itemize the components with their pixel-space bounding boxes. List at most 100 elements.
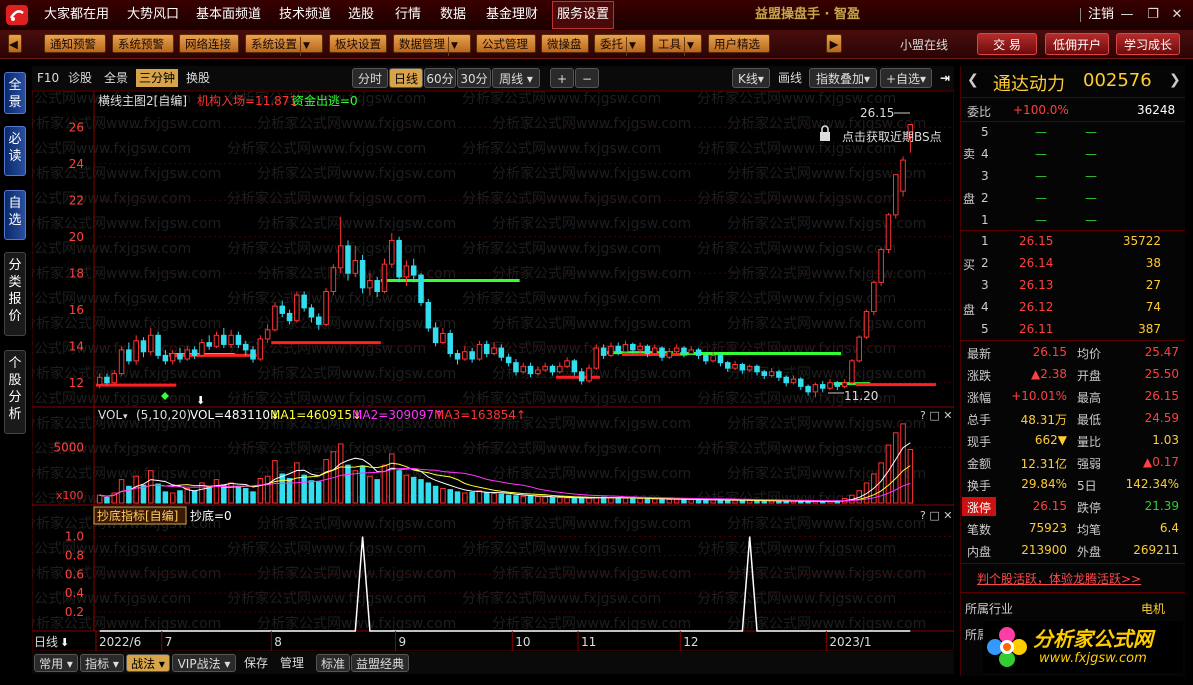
buy-price[interactable]: 26.12 (1019, 300, 1053, 314)
sell-price[interactable]: — (1035, 125, 1047, 139)
user-picks-button[interactable]: 用户精选 (708, 34, 770, 53)
index-overlay-label: 指数叠加 (815, 72, 864, 86)
system-alert-button[interactable]: 系统预警 (112, 34, 174, 53)
open-account-button[interactable]: 低佣开户 (1045, 33, 1109, 55)
zoom-out-icon[interactable]: − (575, 68, 599, 88)
menu-item-fund[interactable]: 基金理财 (486, 0, 538, 30)
prev-stock-icon[interactable]: ❮ (967, 72, 979, 88)
buy-price[interactable]: 26.13 (1019, 278, 1053, 292)
tab-must-read[interactable]: 必读 (4, 126, 26, 176)
menu-item-fundamental[interactable]: 基本面频道 (196, 0, 261, 30)
volume-bar (578, 497, 585, 504)
candle (856, 335, 862, 363)
learn-button[interactable]: 学习成长 (1116, 33, 1180, 55)
sell-level: 3 (981, 169, 989, 183)
flower-logo-icon (987, 627, 1027, 667)
sell-price[interactable]: — (1035, 191, 1047, 205)
buy-price[interactable]: 26.11 (1019, 322, 1053, 336)
tools-button[interactable]: 工具 ▼ (652, 34, 702, 56)
maximize-icon[interactable]: ❐ (1144, 6, 1162, 24)
tab-stock-analysis[interactable]: 个股分析 (4, 350, 26, 434)
watermark-text: 分析家公式网www.fxjgsw.com (227, 590, 426, 607)
volume-bar (907, 449, 914, 504)
kline-dropdown[interactable]: K线▾ (732, 68, 770, 88)
draw-line-button[interactable]: 画线 (778, 69, 802, 87)
tab-watchlist[interactable]: 自选 (4, 190, 26, 240)
menu-item-data[interactable]: 数据 (440, 0, 466, 30)
volume-bar (337, 443, 344, 504)
volume-bar (717, 499, 724, 504)
diagnose-button[interactable]: 诊股 (68, 69, 92, 87)
period-daily[interactable]: 日线 (389, 68, 423, 88)
sell-price[interactable]: — (1035, 169, 1047, 183)
add-watchlist-dropdown[interactable]: +自选▾ (880, 68, 932, 88)
volume-bar (462, 492, 468, 504)
main-title[interactable]: 横线主图2[自编] (98, 93, 187, 108)
sell-price[interactable]: — (1035, 147, 1047, 161)
logout-link[interactable]: 注销 (1088, 0, 1114, 30)
bottom-strategy[interactable]: 战法 ▾ (126, 654, 170, 672)
menu-item-stock-picking[interactable]: 选股 (348, 0, 374, 30)
close-icon[interactable]: ✕ (1168, 6, 1186, 24)
network-button[interactable]: 网络连接 (179, 34, 239, 53)
notify-alert-button[interactable]: 通知预警 (44, 34, 106, 53)
bottom-standard[interactable]: 标准 (316, 654, 350, 672)
three-minute-button[interactable]: 三分钟 (136, 69, 179, 87)
formula-manage-button[interactable]: 公式管理 (476, 34, 536, 53)
index-overlay-dropdown[interactable]: 指数叠加▾ (809, 68, 877, 88)
volume-bar (746, 500, 753, 504)
data-manage-button[interactable]: 数据管理 ▼ (393, 34, 471, 56)
period-30min[interactable]: 30分 (457, 68, 491, 88)
f10-button[interactable]: F10 (37, 69, 59, 87)
minimize-icon[interactable]: — (1118, 6, 1136, 24)
watermark-text: 分析家公式网www.fxjgsw.com (697, 440, 896, 457)
industry-value[interactable]: 电机 (1141, 600, 1165, 617)
next-stock-icon[interactable]: ❯ (1169, 72, 1181, 88)
period-weekly[interactable]: 周线 ▾ (492, 68, 540, 88)
zoom-in-icon[interactable]: + (550, 68, 574, 88)
tab-category-quotes[interactable]: 分类报价 (4, 252, 26, 336)
collapse-panel-icon[interactable]: ⇥ (940, 69, 950, 87)
menu-item-popular[interactable]: 大家都在用 (44, 0, 109, 30)
vol-panel-controls-icon[interactable]: ? □ ✕ (920, 409, 952, 422)
watermark-text: 分析家公式网www.fxjgsw.com (492, 265, 691, 282)
sell-price[interactable]: — (1035, 213, 1047, 227)
ind-panel-controls-icon[interactable]: ? □ ✕ (920, 509, 952, 522)
menu-item-trend[interactable]: 大势风口 (127, 0, 179, 30)
buy-price[interactable]: 26.15 (1019, 234, 1053, 248)
menu-item-technical[interactable]: 技术频道 (279, 0, 331, 30)
bottom-common-label: 常用 (39, 657, 64, 671)
volume-bar (637, 498, 643, 504)
system-settings-button[interactable]: 系统设置 ▼ (245, 34, 323, 56)
bottom-common[interactable]: 常用 ▾ (34, 654, 78, 672)
switch-stock-button[interactable]: 换股 (186, 69, 210, 87)
tab-panorama[interactable]: 全景 (4, 72, 26, 114)
watermark-text: 分析家公式网www.fxjgsw.com (32, 365, 221, 382)
buy-price[interactable]: 26.14 (1019, 256, 1053, 270)
bottom-indicator[interactable]: 指标 ▾ (80, 654, 124, 672)
menu-item-quotes[interactable]: 行情 (395, 0, 421, 30)
buy-volume: 27 (1145, 278, 1161, 292)
trade-button[interactable]: 交 易 (977, 33, 1037, 55)
bs-hint-link[interactable]: 点击获取近期BS点 (842, 130, 942, 144)
period-60min[interactable]: 60分 (424, 68, 456, 88)
micro-trade-button[interactable]: 微操盘 (541, 34, 589, 53)
bottom-save[interactable]: 保存 (244, 654, 268, 672)
bottom-classic[interactable]: 益盟经典 (351, 654, 409, 672)
menu-item-service-settings[interactable]: 服务设置 (552, 1, 615, 29)
entrust-button[interactable]: 委托 ▼ (594, 34, 646, 56)
vol-dropdown-icon[interactable]: ▾ (123, 412, 128, 422)
period-arrow-icon[interactable]: ⬇ (60, 636, 69, 649)
bottom-vip-strategy[interactable]: VIP战法 ▾ (172, 654, 236, 672)
candle (330, 264, 337, 296)
toolbar-expand-icon[interactable]: ▶ (826, 34, 842, 53)
volume-bar (520, 495, 527, 504)
period-intraday[interactable]: 分时 (352, 68, 388, 88)
volume-bar (651, 498, 658, 504)
bottom-manage[interactable]: 管理 (280, 654, 304, 672)
panorama-button[interactable]: 全景 (104, 69, 128, 87)
vol-name[interactable]: VOL (98, 408, 122, 422)
toolbar-collapse-icon[interactable]: ◀ (8, 34, 22, 53)
promo-link[interactable]: 判个股活跃，体验龙腾活跃>> (977, 570, 1141, 587)
sector-settings-button[interactable]: 板块设置 (329, 34, 387, 53)
